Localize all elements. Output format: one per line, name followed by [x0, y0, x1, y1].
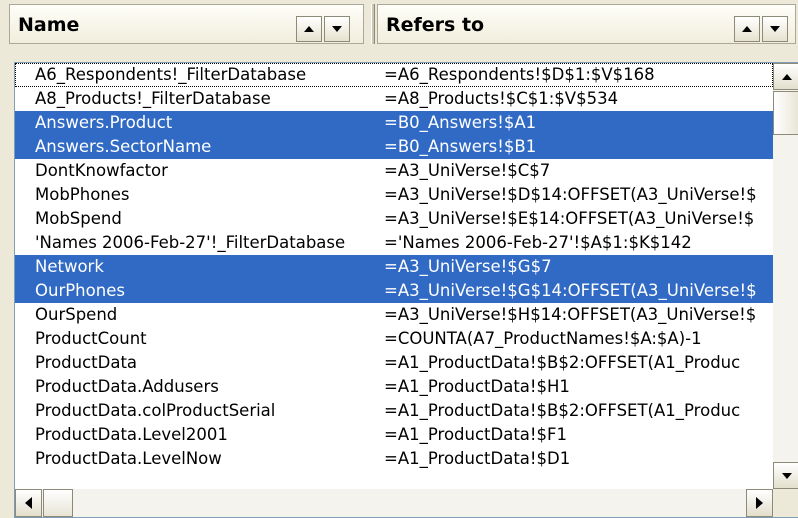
row-refers-to: =A3_UniVerse!$H$14:OFFSET(A3_UniVerse!$: [384, 305, 757, 324]
row-refers-to: =B0_Answers!$B1: [384, 137, 537, 156]
triangle-down-icon: [332, 26, 342, 32]
refers-sort-up-button[interactable]: [734, 16, 760, 42]
row-name: ProductData: [35, 353, 138, 372]
row-refers-to: =A1_ProductData!$B$2:OFFSET(A1_Produc: [384, 353, 741, 372]
scroll-up-button[interactable]: [773, 63, 798, 90]
list-row[interactable]: OurPhones =A3_UniVerse!$G$14:OFFSET(A3_Un…: [15, 279, 773, 303]
row-name: ProductData.colProductSerial: [35, 401, 276, 420]
row-name: ProductData.Level2001: [35, 425, 228, 444]
list-row[interactable]: Network =A3_UniVerse!$G$7: [15, 255, 773, 279]
list-row[interactable]: MobPhones =A3_UniVerse!$D$14:OFFSET(A3_Un…: [15, 183, 773, 207]
list-row[interactable]: ProductData.Addusers =A1_ProductData!$H1: [15, 375, 773, 399]
scroll-down-button[interactable]: [773, 462, 798, 489]
horizontal-scroll-thumb[interactable]: [43, 489, 73, 517]
row-name: Answers.SectorName: [35, 137, 212, 156]
list-row[interactable]: ProductData =A1_ProductData!$B$2:OFFSET(A…: [15, 351, 773, 375]
column-resize-handle[interactable]: [371, 4, 375, 44]
list-row[interactable]: ProductCount =COUNTA(A7_ProductNames!$A:$…: [15, 327, 773, 351]
row-name: ProductCount: [35, 329, 147, 348]
triangle-up-icon: [304, 26, 314, 32]
row-name: 'Names 2006-Feb-27'!_FilterDatabase: [35, 233, 346, 252]
row-name: OurSpend: [35, 305, 118, 324]
row-refers-to: =A1_ProductData!$B$2:OFFSET(A1_Produc: [384, 401, 741, 420]
row-name: A8_Products!_FilterDatabase: [35, 89, 271, 108]
names-list-panel: A6_Respondents!_FilterDatabase =A6_Respon…: [14, 62, 798, 518]
list-row[interactable]: MobSpend =A3_UniVerse!$E$14:OFFSET(A3_Uni…: [15, 207, 773, 231]
row-name: Answers.Product: [35, 113, 173, 132]
triangle-down-icon: [781, 472, 792, 479]
triangle-left-icon: [25, 497, 32, 509]
row-refers-to: =A3_UniVerse!$E$14:OFFSET(A3_UniVerse!$: [384, 209, 755, 228]
triangle-up-icon: [742, 26, 752, 32]
row-refers-to: =A3_UniVerse!$G$7: [384, 257, 552, 276]
row-name: MobSpend: [35, 209, 122, 228]
refers-sort-down-button[interactable]: [762, 16, 788, 42]
row-refers-to: =A3_UniVerse!$G$14:OFFSET(A3_UniVerse!$: [384, 281, 757, 300]
list-row[interactable]: 'Names 2006-Feb-27'!_FilterDatabase ='Nam…: [15, 231, 773, 255]
row-refers-to: =A3_UniVerse!$D$14:OFFSET(A3_UniVerse!$: [384, 185, 757, 204]
refers-to-column-label: Refers to: [386, 14, 485, 36]
list-row[interactable]: A8_Products!_FilterDatabase =A8_Products!…: [15, 87, 773, 111]
name-column-header[interactable]: Name: [9, 4, 364, 44]
triangle-down-icon: [770, 26, 780, 32]
list-row[interactable]: Answers.SectorName =B0_Answers!$B1: [15, 135, 773, 159]
names-list: A6_Respondents!_FilterDatabase =A6_Respon…: [15, 63, 773, 489]
row-name: Network: [35, 257, 104, 276]
row-refers-to: =A3_UniVerse!$C$7: [384, 161, 551, 180]
row-refers-to: ='Names 2006-Feb-27'!$A$1:$K$142: [384, 233, 692, 252]
row-name: ProductData.Addusers: [35, 377, 219, 396]
scrollbar-corner: [773, 489, 798, 517]
column-header-bar: Name Refers to: [0, 0, 798, 50]
row-name: ProductData.LevelNow: [35, 449, 222, 468]
row-refers-to: =A8_Products!$C$1:$V$534: [384, 89, 619, 108]
list-row[interactable]: A6_Respondents!_FilterDatabase =A6_Respon…: [15, 63, 773, 87]
name-column-label: Name: [18, 14, 80, 36]
refers-to-column-header[interactable]: Refers to: [377, 4, 796, 44]
list-row[interactable]: ProductData.colProductSerial =A1_ProductD…: [15, 399, 773, 423]
horizontal-scrollbar[interactable]: [15, 489, 773, 517]
list-row[interactable]: DontKnowfactor =A3_UniVerse!$C$7: [15, 159, 773, 183]
row-refers-to: =B0_Answers!$A1: [384, 113, 537, 132]
vertical-scroll-thumb[interactable]: [773, 91, 798, 135]
row-refers-to: =A1_ProductData!$H1: [384, 377, 570, 396]
list-row[interactable]: OurSpend =A3_UniVerse!$H$14:OFFSET(A3_Uni…: [15, 303, 773, 327]
row-refers-to: =A1_ProductData!$F1: [384, 425, 568, 444]
row-name: A6_Respondents!_FilterDatabase: [35, 65, 307, 84]
list-row[interactable]: ProductData.LevelNow =A1_ProductData!$D1: [15, 447, 773, 471]
row-name: MobPhones: [35, 185, 130, 204]
triangle-right-icon: [756, 497, 763, 509]
row-refers-to: =A6_Respondents!$D$1:$V$168: [384, 65, 655, 84]
row-name: OurPhones: [35, 281, 125, 300]
row-name: DontKnowfactor: [35, 161, 168, 180]
scroll-left-button[interactable]: [15, 489, 42, 517]
vertical-scrollbar[interactable]: [773, 63, 798, 489]
name-sort-up-button[interactable]: [296, 16, 322, 42]
row-refers-to: =COUNTA(A7_ProductNames!$A:$A)-1: [384, 329, 702, 348]
list-row[interactable]: Answers.Product =B0_Answers!$A1: [15, 111, 773, 135]
row-refers-to: =A1_ProductData!$D1: [384, 449, 571, 468]
scroll-right-button[interactable]: [746, 489, 773, 517]
triangle-up-icon: [781, 73, 792, 80]
name-sort-down-button[interactable]: [324, 16, 350, 42]
list-row[interactable]: ProductData.Level2001 =A1_ProductData!$F1: [15, 423, 773, 447]
